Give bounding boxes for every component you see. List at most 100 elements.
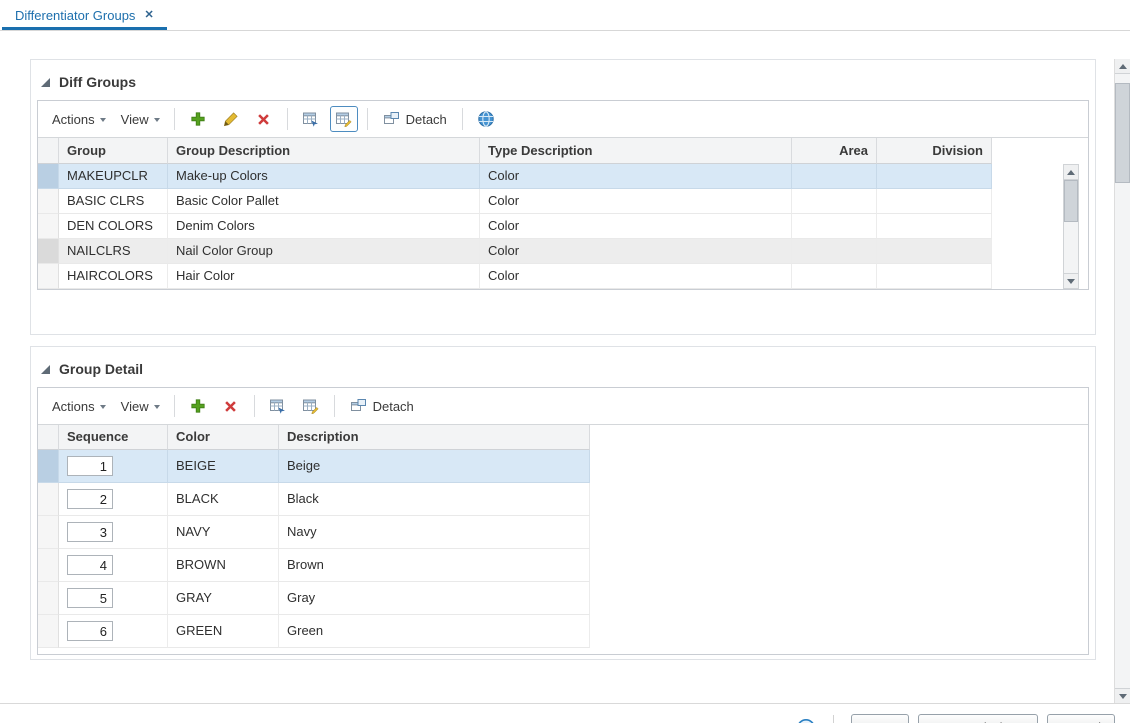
detach-button[interactable]: Detach <box>377 107 453 131</box>
table-row[interactable]: NAVYNavy <box>38 516 1088 549</box>
toolbar-separator <box>174 395 175 417</box>
column-header-group[interactable]: Group <box>59 138 168 164</box>
cell-description: Black <box>279 483 590 516</box>
view-menu-button[interactable]: View <box>116 395 165 418</box>
table-row[interactable]: GREENGreen <box>38 615 1088 648</box>
toolbar-separator <box>174 108 175 130</box>
up-arrow-icon <box>1119 64 1127 69</box>
sequence-input[interactable] <box>67 588 113 608</box>
table-row[interactable]: BLACKBlack <box>38 483 1088 516</box>
query-by-example-button[interactable] <box>330 106 358 132</box>
plus-icon <box>190 398 206 414</box>
cell-area <box>792 239 877 264</box>
page-scrollbar[interactable] <box>1114 59 1130 703</box>
table-filter-icon <box>302 398 319 414</box>
actions-menu-button[interactable]: Actions <box>47 395 111 418</box>
edit-button[interactable] <box>217 106 245 132</box>
tab-differentiator-groups[interactable]: Differentiator Groups ✕ <box>2 2 167 30</box>
column-header-type-description[interactable]: Type Description <box>480 138 792 164</box>
view-label: View <box>121 112 149 127</box>
view-menu-button[interactable]: View <box>116 108 165 131</box>
column-header-division[interactable]: Division <box>877 138 992 164</box>
footer-bar: ? Save Save and Close Cancel <box>0 703 1130 723</box>
row-selector[interactable] <box>38 239 59 264</box>
sequence-input[interactable] <box>67 522 113 542</box>
column-header-group-description[interactable]: Group Description <box>168 138 480 164</box>
export-button[interactable] <box>297 106 325 132</box>
scroll-up-button[interactable] <box>1115 59 1130 74</box>
cell-area <box>792 214 877 239</box>
column-header-sequence[interactable]: Sequence <box>59 425 168 450</box>
cell-sequence <box>59 582 168 615</box>
sequence-input[interactable] <box>67 489 113 509</box>
actions-menu-button[interactable]: Actions <box>47 108 111 131</box>
cell-type_description: Color <box>480 164 792 189</box>
table-row[interactable]: DEN COLORSDenim ColorsColor <box>38 214 1088 239</box>
group-detail-panel: Group Detail Actions View <box>30 346 1096 660</box>
sequence-input[interactable] <box>67 456 113 476</box>
table-row[interactable]: MAKEUPCLRMake-up ColorsColor <box>38 164 1088 189</box>
cell-description: Green <box>279 615 590 648</box>
delete-button[interactable] <box>217 393 245 419</box>
cell-description: Navy <box>279 516 590 549</box>
add-button[interactable] <box>184 393 212 419</box>
translate-button[interactable] <box>472 106 500 132</box>
red-x-icon <box>256 112 271 127</box>
row-selector[interactable] <box>38 483 59 516</box>
detach-button[interactable]: Detach <box>344 394 420 418</box>
row-selector[interactable] <box>38 214 59 239</box>
chevron-down-icon <box>100 118 106 122</box>
scroll-down-button[interactable] <box>1115 688 1130 703</box>
scroll-up-button[interactable] <box>1064 165 1078 180</box>
sequence-input[interactable] <box>67 621 113 641</box>
row-selector[interactable] <box>38 164 59 189</box>
disclosure-triangle-icon[interactable] <box>41 78 50 87</box>
detach-label: Detach <box>406 112 447 127</box>
table-row[interactable]: HAIRCOLORSHair ColorColor <box>38 264 1088 289</box>
table-row[interactable]: GRAYGray <box>38 582 1088 615</box>
query-by-example-button[interactable] <box>297 393 325 419</box>
cell-description: Gray <box>279 582 590 615</box>
cell-division <box>877 264 992 289</box>
save-and-close-button[interactable]: Save and Close <box>918 714 1038 723</box>
add-button[interactable] <box>184 106 212 132</box>
tab-close-icon[interactable]: ✕ <box>144 10 153 21</box>
cell-group_description: Denim Colors <box>168 214 480 239</box>
toolbar-separator <box>367 108 368 130</box>
scrollbar-thumb[interactable] <box>1115 83 1130 183</box>
diff-groups-table: GroupGroup DescriptionType DescriptionAr… <box>38 138 1088 289</box>
row-selector[interactable] <box>38 189 59 214</box>
up-arrow-icon <box>1067 170 1075 175</box>
cell-description: Beige <box>279 450 590 483</box>
table-row[interactable]: BROWNBrown <box>38 549 1088 582</box>
table-row[interactable]: NAILCLRSNail Color GroupColor <box>38 239 1088 264</box>
column-header-description[interactable]: Description <box>279 425 590 450</box>
row-selector[interactable] <box>38 582 59 615</box>
table-row[interactable]: BASIC CLRSBasic Color PalletColor <box>38 189 1088 214</box>
disclosure-triangle-icon[interactable] <box>41 365 50 374</box>
cell-color: GRAY <box>168 582 279 615</box>
row-selector[interactable] <box>38 549 59 582</box>
save-button[interactable]: Save <box>851 714 909 723</box>
help-icon[interactable]: ? <box>796 718 816 723</box>
row-selector[interactable] <box>38 516 59 549</box>
table-row[interactable]: BEIGEBeige <box>38 450 1088 483</box>
row-selector[interactable] <box>38 615 59 648</box>
delete-button[interactable] <box>250 106 278 132</box>
sequence-input[interactable] <box>67 555 113 575</box>
row-selector[interactable] <box>38 450 59 483</box>
column-header-color[interactable]: Color <box>168 425 279 450</box>
cell-group: BASIC CLRS <box>59 189 168 214</box>
scrollbar-thumb[interactable] <box>1064 180 1078 222</box>
view-label: View <box>121 399 149 414</box>
table-export-icon <box>269 398 286 414</box>
column-header-area[interactable]: Area <box>792 138 877 164</box>
table-scrollbar[interactable] <box>1063 164 1079 289</box>
row-selector[interactable] <box>38 264 59 289</box>
tab-label: Differentiator Groups <box>15 8 135 23</box>
cell-type_description: Color <box>480 214 792 239</box>
cell-area <box>792 164 877 189</box>
scroll-down-button[interactable] <box>1064 273 1078 288</box>
cancel-button[interactable]: Cancel <box>1047 714 1115 723</box>
export-button[interactable] <box>264 393 292 419</box>
